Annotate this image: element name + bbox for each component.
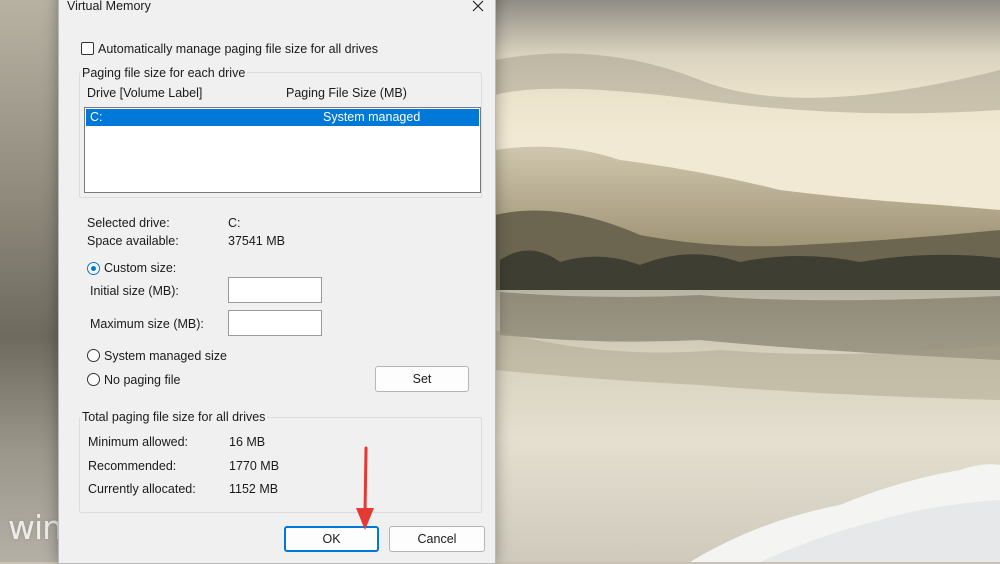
desktop-wallpaper-left bbox=[0, 0, 60, 562]
maximum-size-input[interactable] bbox=[228, 310, 322, 336]
arrow-annotation bbox=[356, 446, 374, 530]
cancel-button[interactable]: Cancel bbox=[389, 526, 485, 552]
space-available-value: 37541 MB bbox=[228, 234, 285, 248]
column-header-drive: Drive [Volume Label] bbox=[87, 86, 203, 100]
recommended-value: 1770 MB bbox=[229, 459, 280, 473]
no-paging-file-label[interactable]: No paging file bbox=[104, 373, 180, 387]
custom-size-radio[interactable] bbox=[87, 262, 100, 275]
paging-file-size-group-label: Paging file size for each drive bbox=[80, 66, 248, 80]
close-icon bbox=[472, 0, 484, 12]
space-available-label: Space available: bbox=[87, 234, 179, 248]
drive-list-row-drive: C: bbox=[90, 110, 103, 124]
total-paging-group-label: Total paging file size for all drives bbox=[80, 410, 268, 424]
column-header-paging-size: Paging File Size (MB) bbox=[286, 86, 407, 100]
system-managed-label[interactable]: System managed size bbox=[104, 349, 227, 363]
drive-list[interactable]: C: System managed bbox=[84, 107, 481, 193]
drive-list-row-size: System managed bbox=[323, 110, 421, 124]
minimum-allowed-label: Minimum allowed: bbox=[88, 435, 189, 449]
currently-allocated-value: 1152 MB bbox=[229, 482, 279, 496]
currently-allocated-label: Currently allocated: bbox=[88, 482, 196, 496]
custom-size-label[interactable]: Custom size: bbox=[104, 261, 176, 275]
virtual-memory-dialog: Virtual Memory Automatically manage pagi… bbox=[58, 0, 496, 564]
initial-size-input[interactable] bbox=[228, 277, 322, 303]
minimum-allowed-value: 16 MB bbox=[229, 435, 266, 449]
recommended-label: Recommended: bbox=[88, 459, 177, 473]
initial-size-label: Initial size (MB): bbox=[90, 284, 179, 298]
drive-list-row[interactable]: C: System managed bbox=[86, 109, 479, 126]
auto-manage-checkbox[interactable] bbox=[81, 42, 94, 55]
maximum-size-label: Maximum size (MB): bbox=[90, 317, 204, 331]
close-button[interactable] bbox=[461, 0, 495, 21]
system-managed-radio[interactable] bbox=[87, 349, 100, 362]
set-button[interactable]: Set bbox=[375, 366, 469, 392]
selected-drive-value: C: bbox=[228, 216, 241, 230]
dialog-title: Virtual Memory bbox=[67, 0, 151, 13]
selected-drive-label: Selected drive: bbox=[87, 216, 170, 230]
auto-manage-label[interactable]: Automatically manage paging file size fo… bbox=[98, 42, 378, 56]
no-paging-file-radio[interactable] bbox=[87, 373, 100, 386]
